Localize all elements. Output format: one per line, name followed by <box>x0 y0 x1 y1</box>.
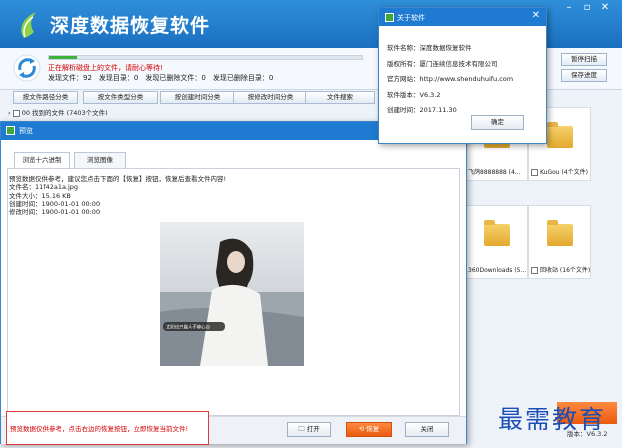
about-dialog: 关于软件 ✕ 软件名称：深度数据恢复软件 版权所有：厦门连续信息技术有限公司 官… <box>378 7 547 144</box>
file-size: 文件大小：15.16 KB <box>9 191 71 200</box>
about-software-name: 软件名称：深度数据恢复软件 <box>387 44 472 52</box>
tab-image-view[interactable]: 浏览图像 <box>74 152 126 168</box>
app-logo-icon <box>21 12 36 38</box>
created-time: 创建时间：1900-01-01 00:00 <box>9 199 101 208</box>
folder-label: KuGou (4个文件) <box>531 167 593 176</box>
scan-status-text: 正在解析磁盘上的文件，请耐心等待! <box>48 64 163 72</box>
deleted-dirs-count: 发现已删除目录：0 <box>212 74 274 82</box>
about-version: 软件版本：V6.3.2 <box>387 90 441 99</box>
about-title-bar[interactable]: 关于软件 ✕ <box>379 8 546 26</box>
close-button[interactable]: ✕ <box>596 2 614 13</box>
about-title: 关于软件 <box>397 14 425 22</box>
file-info: 预览数据仅供参考，建议您点击下面的【恢复】按钮，恢复后查看文件内容! 文件名：1… <box>9 175 226 216</box>
about-info: 软件名称：深度数据恢复软件 版权所有：厦门连续信息技术有限公司 官方网站：htt… <box>387 41 513 119</box>
about-ok-button[interactable]: 确定 <box>471 115 524 130</box>
tab-by-type[interactable]: 按文件类型分类 <box>83 91 158 104</box>
preview-app-icon <box>6 126 15 135</box>
deleted-files-count: 发现已删除文件：0 <box>145 74 206 82</box>
about-app-icon <box>385 13 394 22</box>
folder-icon <box>547 122 573 148</box>
main-window-controls: – ▫ ✕ <box>560 2 614 13</box>
scan-counts: 发现文件：92 发现目录：0 发现已删除文件：0 发现已删除目录：0 <box>48 73 280 83</box>
file-name: 文件名：11f42a1a.jpg <box>9 183 79 192</box>
recover-button[interactable]: ⟲ 恢复 <box>346 422 392 437</box>
open-file-icon: 🗀 <box>298 425 305 433</box>
folder-icon <box>484 220 510 246</box>
folder-icon <box>547 220 573 246</box>
folder-label: 飞鸽8888888 (4... <box>468 169 521 176</box>
folder-tile[interactable]: 360Downloads (5... <box>465 205 528 279</box>
save-progress-button[interactable]: 保存进度 <box>561 69 607 82</box>
preview-footer-message: 预览数据仅供参考，点击右边的恢复按钮，立即恢复当前文件! <box>6 411 209 445</box>
scan-progress-fill <box>49 56 78 59</box>
preview-dialog: 预览 –▫✕ 浏览十六进制 浏览图像 预览数据仅供参考，建议您点击下面的【恢复】… <box>0 121 467 444</box>
version-footer: 版本：V6.3.2 <box>567 430 608 438</box>
folder-checkbox[interactable] <box>531 169 538 176</box>
folder-label: 回收站 (16个文件) <box>531 265 593 274</box>
app-title: 深度数据恢复软件 <box>50 15 211 37</box>
folder-label: 360Downloads (5... <box>468 267 527 274</box>
tree-checkbox[interactable] <box>12 109 20 117</box>
pause-scan-button[interactable]: 暂停扫描 <box>561 53 607 66</box>
scan-recycle-icon <box>13 54 41 82</box>
folder-checkbox[interactable] <box>531 267 538 274</box>
modified-time: 修改时间：1900-01-01 00:00 <box>9 208 101 217</box>
tree-root-label: 00 找到的文件 (7403个文件) <box>21 109 108 117</box>
about-copyright: 版权所有：厦门连续信息技术有限公司 <box>387 59 498 68</box>
expand-arrow-icon[interactable]: › <box>8 109 11 117</box>
recover-icon: ⟲ <box>358 425 365 433</box>
tab-by-path[interactable]: 按文件路径分类 <box>13 91 78 104</box>
preview-image: 太阳也只能人不够心😊 <box>160 222 304 366</box>
folder-tile[interactable]: 回收站 (16个文件) <box>528 205 591 279</box>
scan-progress-bar <box>48 55 363 60</box>
close-preview-button[interactable]: 关闭 <box>405 422 449 437</box>
photo-caption: 太阳也只能人不够心😊 <box>166 324 211 331</box>
tree-root-row[interactable]: › 00 找到的文件 (7403个文件) <box>8 107 108 117</box>
tab-by-modified[interactable]: 按修改时间分类 <box>233 91 308 104</box>
tab-hex-view[interactable]: 浏览十六进制 <box>14 152 70 168</box>
open-button[interactable]: 🗀 打开 <box>287 422 331 437</box>
minimize-button[interactable]: – <box>560 2 578 13</box>
restore-button[interactable]: ▫ <box>578 2 596 13</box>
about-website: 官方网站：http://www.shenduhuifu.com <box>387 75 514 83</box>
tab-file-search[interactable]: 文件搜索 <box>305 91 375 104</box>
tab-by-created[interactable]: 按创建时间分类 <box>160 91 235 104</box>
dirs-found-count: 发现目录：0 <box>98 74 139 82</box>
files-found-count: 发现文件：92 <box>48 74 92 82</box>
about-close-button[interactable]: ✕ <box>532 10 540 21</box>
preview-title: 预览 <box>19 127 33 135</box>
